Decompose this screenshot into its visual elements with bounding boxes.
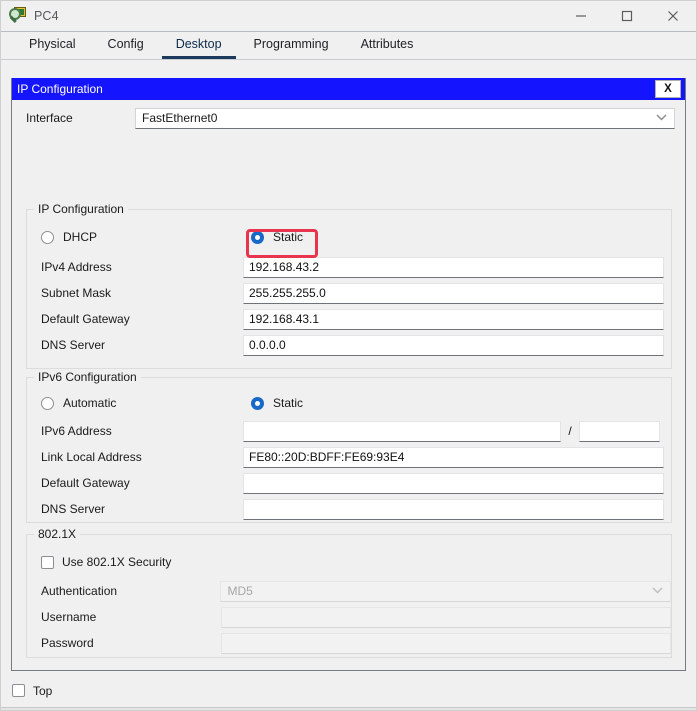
ipv6-automatic-radio[interactable]: Automatic (27, 396, 243, 410)
chevron-down-icon (652, 587, 663, 594)
static-radio-ipv6[interactable]: Static (251, 396, 303, 410)
dhcp-radio[interactable]: DHCP (27, 230, 243, 244)
tab-programming[interactable]: Programming (240, 37, 343, 59)
ipv4-default-gateway-label: Default Gateway (27, 312, 243, 326)
ipv6-dns-server-label: DNS Server (27, 502, 243, 516)
prefix-separator: / (561, 424, 579, 438)
minimize-icon (575, 10, 587, 22)
top-label: Top (33, 684, 52, 698)
dialog-close-button[interactable]: X (655, 80, 681, 98)
username-label: Username (27, 610, 221, 624)
dot1x-group-legend: 802.1X (34, 527, 80, 541)
radio-circle-icon (41, 397, 54, 410)
ipv6-address-label: IPv6 Address (27, 424, 243, 438)
tab-config[interactable]: Config (94, 37, 158, 59)
minimize-button[interactable] (558, 1, 604, 31)
chevron-down-icon (656, 114, 667, 121)
link-local-address-input[interactable]: FE80::20D:BDFF:FE69:93E4 (243, 447, 664, 468)
radio-circle-filled-icon (251, 397, 264, 410)
static-label-ipv4: Static (273, 230, 303, 244)
ipv6-configuration-group: IPv6 Configuration Automatic Static IPv6… (26, 377, 672, 523)
bottom-bar: Top (1, 671, 696, 710)
username-input[interactable] (221, 607, 671, 628)
ipv4-configuration-group: IP Configuration DHCP Static IPv4 Addres… (26, 209, 672, 369)
close-button[interactable] (650, 1, 696, 31)
ipv6-default-gateway-input[interactable] (243, 473, 664, 494)
maximize-icon (621, 10, 633, 22)
maximize-button[interactable] (604, 1, 650, 31)
close-icon (667, 10, 679, 22)
window-controls (558, 1, 696, 31)
ipv4-dns-server-label: DNS Server (27, 338, 243, 352)
interface-value: FastEthernet0 (142, 111, 217, 125)
ipv6-group-legend: IPv6 Configuration (34, 370, 141, 384)
use-dot1x-security-label: Use 802.1X Security (62, 555, 171, 569)
tab-physical[interactable]: Physical (15, 37, 90, 59)
pc4-device-window: PC4 Physical Config Desktop (0, 0, 697, 711)
tab-desktop[interactable]: Desktop (162, 37, 236, 59)
ipv4-address-label: IPv4 Address (27, 260, 243, 274)
ipv4-default-gateway-input[interactable]: 192.168.43.1 (243, 309, 664, 330)
checkbox-icon (41, 556, 54, 569)
use-dot1x-security-checkbox[interactable]: Use 802.1X Security (27, 555, 243, 569)
radio-circle-icon (41, 231, 54, 244)
subnet-mask-input[interactable]: 255.255.255.0 (243, 283, 664, 304)
ipv6-dns-server-input[interactable] (243, 499, 664, 520)
pc-magnifier-icon (9, 7, 27, 25)
ip-configuration-dialog: IP Configuration X Interface FastEtherne… (11, 78, 686, 671)
ipv4-dns-server-input[interactable]: 0.0.0.0 (243, 335, 664, 356)
static-label-ipv6: Static (273, 396, 303, 410)
window-title: PC4 (34, 9, 59, 23)
ipv4-group-legend: IP Configuration (34, 202, 128, 216)
dhcp-label: DHCP (63, 230, 97, 244)
password-label: Password (27, 636, 221, 650)
authentication-select[interactable]: MD5 (220, 581, 671, 602)
ipv6-default-gateway-label: Default Gateway (27, 476, 243, 490)
ipv4-address-input[interactable]: 192.168.43.2 (243, 257, 664, 278)
top-checkbox[interactable]: Top (12, 684, 52, 698)
dot1x-group: 802.1X Use 802.1X Security Authenticatio… (26, 534, 672, 658)
password-input[interactable] (221, 633, 671, 654)
interface-row: Interface FastEthernet0 (12, 107, 685, 129)
tab-attributes[interactable]: Attributes (347, 37, 428, 59)
checkbox-icon (12, 684, 25, 697)
authentication-label: Authentication (27, 584, 220, 598)
window-titlebar: PC4 (1, 1, 696, 32)
link-local-address-label: Link Local Address (27, 450, 243, 464)
ipv6-address-input[interactable] (243, 421, 561, 442)
ipv6-automatic-label: Automatic (63, 396, 116, 410)
subnet-mask-label: Subnet Mask (27, 286, 243, 300)
static-radio-ipv4[interactable]: Static (251, 230, 303, 244)
authentication-value: MD5 (227, 584, 252, 598)
dialog-titlebar: IP Configuration X (12, 78, 685, 100)
device-tabbar: Physical Config Desktop Programming Attr… (1, 32, 696, 60)
ipv6-prefix-input[interactable] (579, 421, 660, 442)
window-status-strip (1, 707, 696, 710)
interface-select[interactable]: FastEthernet0 (135, 108, 675, 129)
dialog-title: IP Configuration (17, 82, 103, 96)
radio-circle-filled-icon (251, 231, 264, 244)
interface-label: Interface (26, 111, 135, 125)
